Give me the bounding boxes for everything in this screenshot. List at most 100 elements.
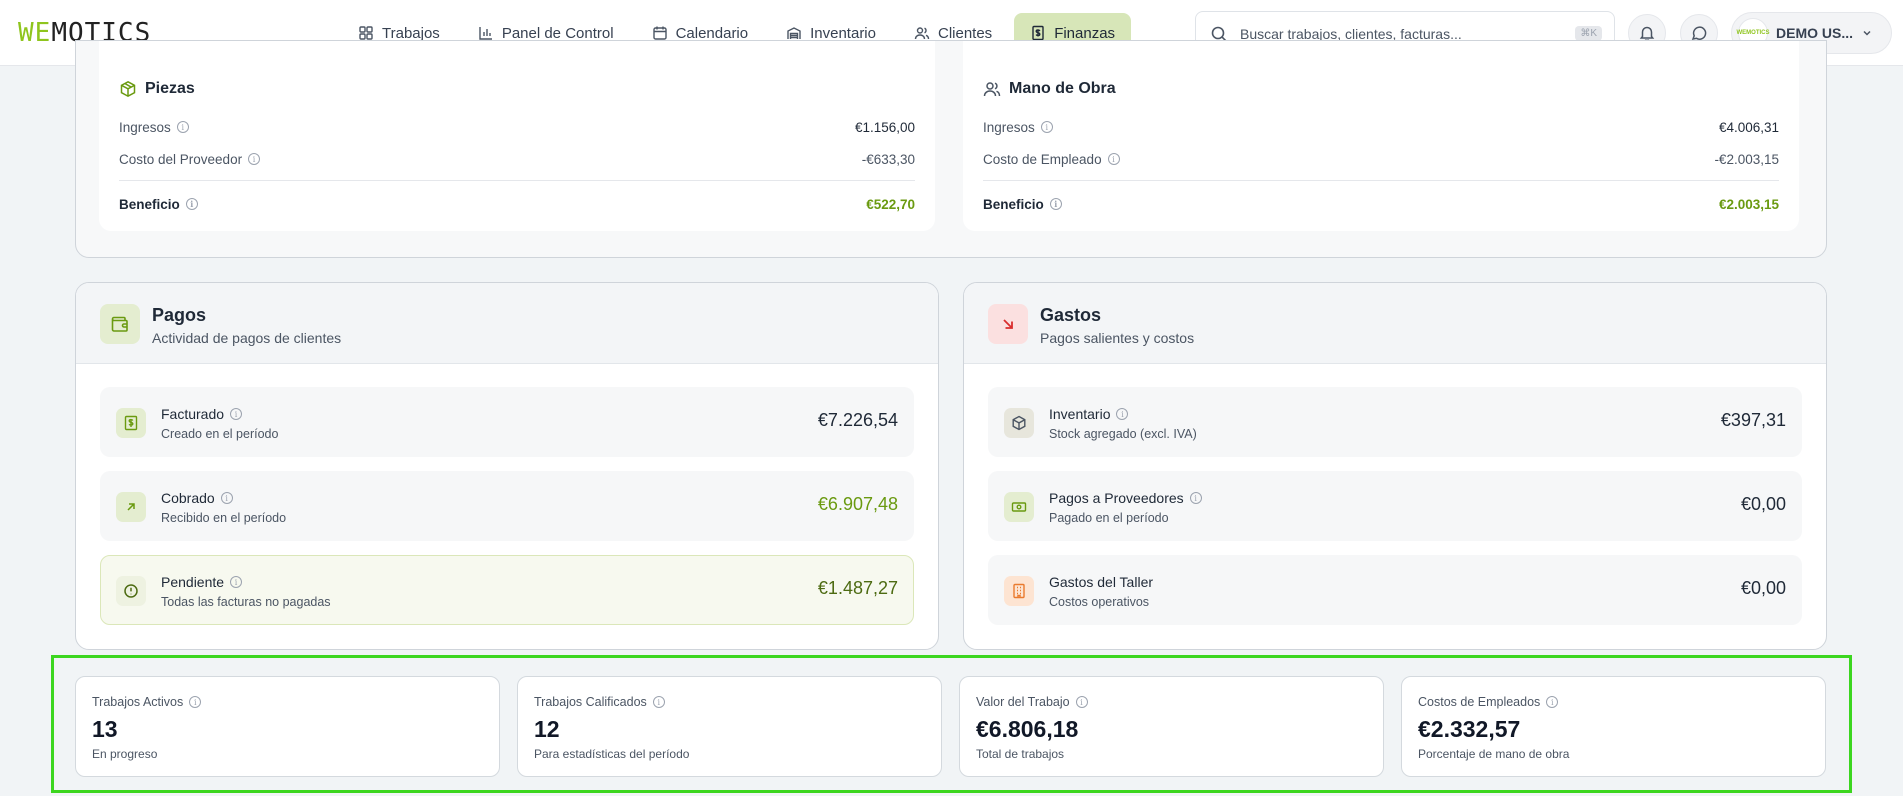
info-icon[interactable]: i — [1049, 198, 1062, 210]
info-icon[interactable]: i — [185, 198, 198, 210]
info-icon[interactable]: i — [230, 576, 243, 588]
calendar-icon — [652, 26, 667, 40]
item-title: Gastos del Taller — [1049, 574, 1153, 590]
row-value: €4.006,31 — [1718, 119, 1779, 135]
mano-row-beneficio: Beneficio i €2.003,15 — [983, 194, 1779, 214]
info-icon[interactable]: i — [652, 696, 665, 708]
stat-label: Trabajos Activos i — [92, 695, 202, 709]
row-label: Ingresos — [119, 119, 171, 135]
info-icon[interactable]: i — [1075, 696, 1088, 708]
item-icon-box — [1004, 576, 1034, 606]
nav-label: Calendario — [675, 24, 749, 42]
item-icon-box — [116, 576, 146, 606]
stat-label-text: Costos de Empleados — [1418, 695, 1541, 709]
item-title: Pendiente i — [161, 574, 243, 590]
item-icon-box — [116, 492, 146, 522]
pagos-panel: Pagos Actividad de pagos de clientes Fac… — [75, 282, 939, 650]
stat-value: €6.806,18 — [976, 716, 1079, 742]
info-icon[interactable]: i — [189, 696, 202, 708]
divider — [983, 180, 1779, 181]
grid-icon — [359, 26, 373, 40]
item-value: €7.226,54 — [817, 410, 898, 430]
mano-row-costo: Costo de Empleado i -€2.003,15 — [983, 149, 1779, 169]
item-subtitle: Creado en el período — [161, 427, 279, 441]
item-icon-box — [1004, 408, 1034, 438]
item-subtitle: Recibido en el período — [161, 511, 287, 525]
piezas-row-ingresos: Ingresos i €1.156,00 — [119, 117, 915, 137]
building-icon — [1013, 583, 1025, 599]
item-title-text: Inventario — [1049, 406, 1111, 422]
stat-label-text: Valor del Trabajo — [976, 695, 1070, 709]
info-icon[interactable]: i — [1107, 153, 1120, 165]
gastos-item-pagos-proveedores: Pagos a Proveedores i Pagado en el períod… — [988, 471, 1802, 541]
item-value: €397,31 — [1720, 410, 1786, 430]
section-title: Piezas — [145, 80, 195, 97]
row-value: -€2.003,15 — [1714, 151, 1779, 167]
stat-label: Valor del Trabajo i — [976, 695, 1088, 709]
item-title-text: Cobrado — [161, 490, 215, 506]
nav-label: Clientes — [937, 24, 993, 42]
stat-subtitle: Para estadísticas del período — [534, 747, 690, 761]
info-icon[interactable]: i — [1040, 121, 1053, 133]
nav-label: Trabajos — [382, 24, 440, 42]
nav-label: Inventario — [810, 24, 876, 42]
item-icon-box — [116, 408, 146, 438]
info-icon[interactable]: i — [220, 492, 233, 504]
panel-subtitle: Pagos salientes y costos — [1040, 330, 1195, 346]
stat-value: 13 — [92, 716, 118, 742]
gastos-panel: Gastos Pagos salientes y costos Inventar… — [963, 282, 1827, 650]
pagos-item-pendiente[interactable]: Pendiente i Todas las facturas no pagadas… — [100, 555, 914, 625]
users-icon — [914, 27, 930, 40]
info-icon[interactable]: i — [176, 121, 189, 133]
gastos-item-inventario: Inventario i Stock agregado (excl. IVA) €… — [988, 387, 1802, 457]
item-title: Pagos a Proveedores i — [1049, 490, 1202, 506]
row-label: Beneficio — [983, 196, 1044, 212]
item-title-text: Gastos del Taller — [1049, 574, 1154, 590]
row-label: Ingresos — [983, 119, 1035, 135]
piezas-section: Piezas Ingresos i €1.156,00 Costo del Pro… — [99, 41, 935, 231]
info-icon[interactable]: i — [248, 153, 261, 165]
pagos-item-cobrado: Cobrado i Recibido en el período €6.907,4… — [100, 471, 914, 541]
arrow-up-right-icon — [127, 503, 135, 511]
mano-row-ingresos: Ingresos i €4.006,31 — [983, 117, 1779, 137]
pagos-item-facturado: Facturado i Creado en el período €7.226,5… — [100, 387, 914, 457]
piezas-row-costo: Costo del Proveedor i -€633,30 — [119, 149, 915, 169]
info-icon[interactable]: i — [1116, 408, 1129, 420]
warehouse-icon — [787, 27, 801, 39]
piezas-row-beneficio: Beneficio i €522,70 — [119, 194, 915, 214]
row-label: Costo del Proveedor — [119, 151, 243, 167]
arrow-down-right-icon — [1003, 319, 1013, 329]
users-icon — [983, 82, 1001, 97]
nav-label: Finanzas — [1054, 24, 1116, 42]
dollar-receipt-icon — [124, 415, 138, 431]
info-icon[interactable]: i — [230, 408, 243, 420]
stat-subtitle: Total de trabajos — [976, 747, 1065, 761]
profit-breakdown-card: Piezas Ingresos i €1.156,00 Costo del Pro… — [75, 40, 1827, 258]
row-value: €1.156,00 — [854, 119, 915, 135]
stat-subtitle: Porcentaje de mano de obra — [1418, 747, 1570, 761]
mano-de-obra-title: Mano de Obra — [983, 80, 1116, 98]
nav-label: Panel de Control — [501, 24, 614, 42]
item-subtitle: Stock agregado (excl. IVA) — [1049, 427, 1197, 441]
item-title: Cobrado i — [161, 490, 233, 506]
stat-label-text: Trabajos Calificados — [534, 695, 647, 709]
item-title: Inventario i — [1049, 406, 1129, 422]
item-value: €0,00 — [1740, 578, 1786, 598]
item-subtitle: Pagado en el período — [1049, 511, 1169, 525]
item-title-text: Pagos a Proveedores — [1049, 490, 1184, 506]
gastos-item-taller: Gastos del Taller Costos operativos €0,0… — [988, 555, 1802, 625]
search-shortcut-badge: ⌘K — [1575, 26, 1602, 41]
row-value: €2.003,15 — [1718, 196, 1779, 212]
receipt-icon — [1032, 25, 1044, 41]
item-title-text: Pendiente — [161, 574, 225, 590]
mano-de-obra-section: Mano de Obra Ingresos i €4.006,31 Costo d… — [963, 41, 1799, 231]
divider — [119, 180, 915, 181]
info-icon[interactable]: i — [1189, 492, 1202, 504]
user-name: DEMO US... — [1776, 25, 1854, 41]
banknote-icon — [1011, 502, 1027, 512]
alert-circle-icon — [124, 584, 138, 598]
info-icon[interactable]: i — [1546, 696, 1559, 708]
gastos-icon-box — [988, 304, 1028, 344]
logo-part-1: WE — [18, 18, 52, 48]
stat-label-text: Trabajos Activos — [92, 695, 184, 709]
